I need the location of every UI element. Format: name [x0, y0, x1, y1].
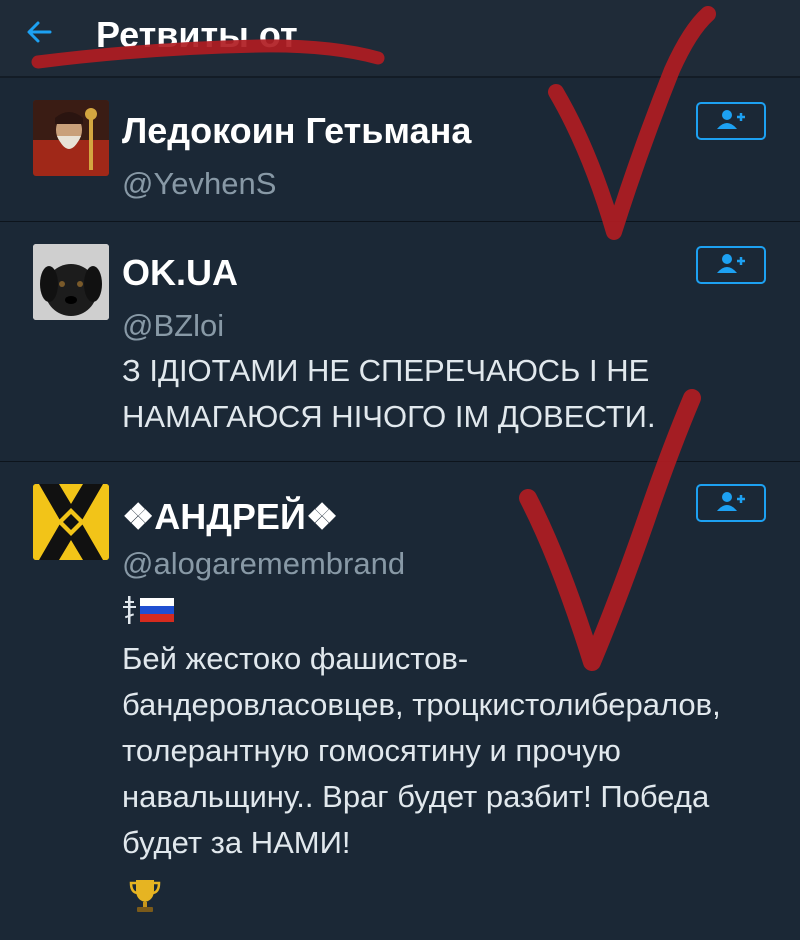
user-name[interactable]: Ледокоин Гетьмана: [122, 110, 471, 152]
bio-line: будет за НАМИ!: [122, 825, 351, 860]
user-name[interactable]: ❖АНДРЕЙ❖: [122, 496, 338, 538]
bio-line: толерантную гомосятину и прочую: [122, 733, 621, 768]
flag-emojis: [122, 594, 178, 631]
follow-button[interactable]: [696, 102, 766, 140]
add-user-icon: [714, 252, 748, 279]
add-user-icon: [714, 490, 748, 517]
avatar[interactable]: [33, 100, 109, 176]
russia-flag-icon: [140, 598, 174, 622]
bio-line: Бей жестоко фашистов-: [122, 641, 469, 676]
user-bio: З ІДІОТАМИ НЕ СПЕРЕЧАЮСЬ І НЕ НАМАГАЮСЯ …: [122, 348, 782, 440]
bio-line: З ІДІОТАМИ НЕ СПЕРЕЧАЮСЬ І НЕ: [122, 353, 650, 388]
bio-line: НАМАГАЮСЯ НІЧОГО ІМ ДОВЕСТИ.: [122, 399, 656, 434]
arrow-left-icon[interactable]: [20, 12, 60, 52]
trophy-icon: [128, 878, 162, 919]
avatar[interactable]: [33, 484, 109, 560]
list-item[interactable]: Ледокоин Гетьмана @YevhenS: [0, 80, 800, 222]
bio-line: навальщину.. Враг будет разбит! Победа: [122, 779, 710, 814]
bio-line: бандеровласовцев, троцкистолибералов,: [122, 687, 721, 722]
user-handle: @YevhenS: [122, 166, 277, 201]
top-bar: Ретвиты от: [0, 0, 800, 78]
user-handle: @BZloi: [122, 308, 225, 343]
add-user-icon: [714, 108, 748, 135]
page-title: Ретвиты от: [96, 14, 298, 55]
list-item[interactable]: OK.UA @BZloi З ІДІОТАМИ НЕ СПЕРЕЧАЮСЬ І …: [0, 222, 800, 462]
avatar[interactable]: [33, 244, 109, 320]
user-name[interactable]: OK.UA: [122, 252, 238, 294]
list-item[interactable]: ❖АНДРЕЙ❖ @alogaremembrand Бей жестоко фа…: [0, 462, 800, 940]
user-bio: Бей жестоко фашистов- бандеровласовцев, …: [122, 636, 782, 866]
follow-button[interactable]: [696, 246, 766, 284]
follow-button[interactable]: [696, 484, 766, 522]
user-handle: @alogaremembrand: [122, 546, 406, 581]
orthodox-cross-icon: [123, 596, 136, 624]
